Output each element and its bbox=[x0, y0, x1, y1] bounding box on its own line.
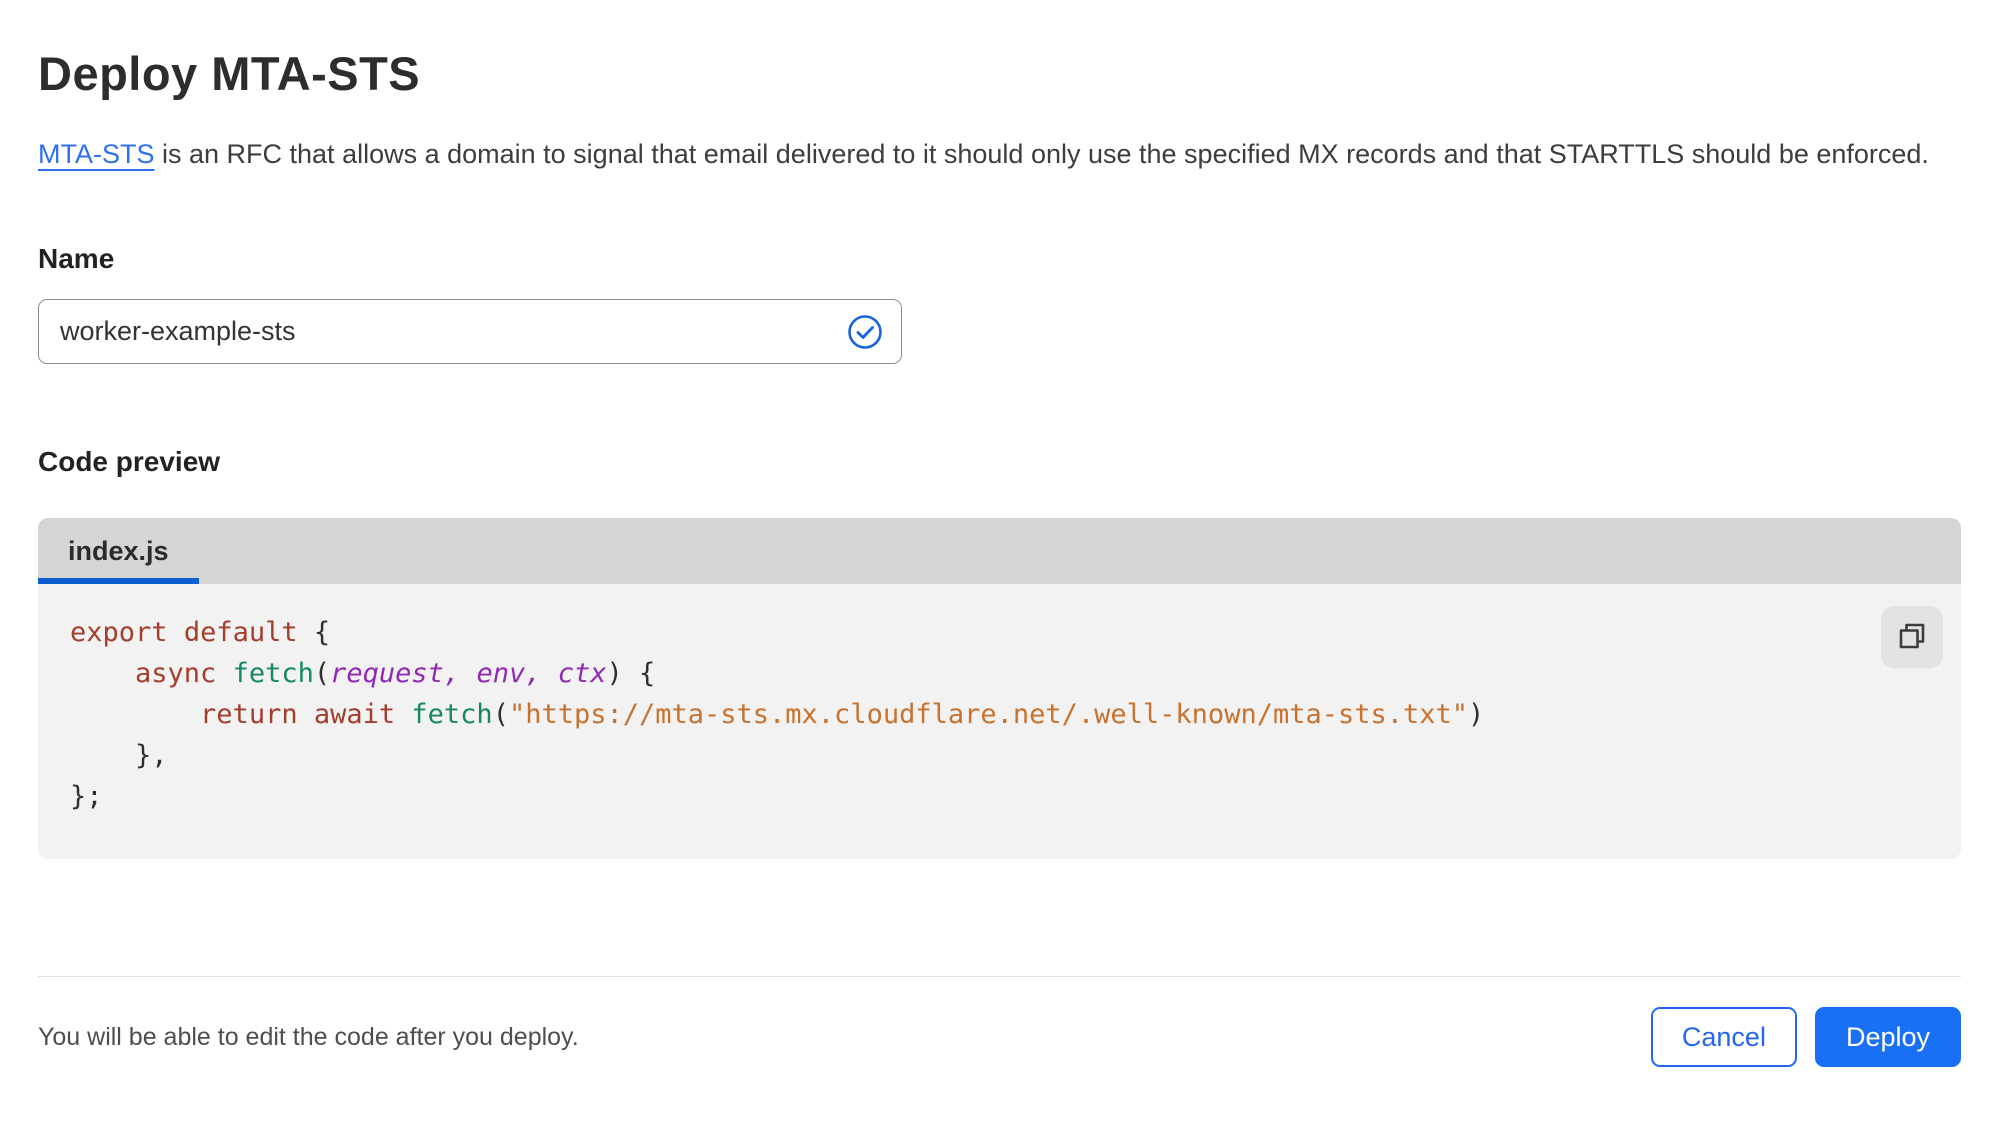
code-line: return await fetch("https://mta-sts.mx.c… bbox=[200, 699, 1485, 730]
page-title: Deploy MTA-STS bbox=[38, 47, 421, 100]
name-label: Name bbox=[38, 243, 115, 274]
check-circle-icon bbox=[846, 313, 884, 351]
footer-note: You will be able to edit the code after … bbox=[38, 1022, 579, 1051]
tab-label: index.js bbox=[68, 535, 169, 566]
code-line: }; bbox=[70, 781, 103, 812]
footer-divider bbox=[38, 976, 1961, 977]
name-input-wrap bbox=[38, 299, 902, 364]
code-line: }, bbox=[70, 740, 168, 771]
code-block: export default { async fetch(request, en… bbox=[70, 612, 1861, 817]
name-input[interactable] bbox=[38, 299, 902, 364]
code-preview-panel: index.js export default { async fetch(re… bbox=[38, 518, 1961, 859]
tab-index-js[interactable]: index.js bbox=[38, 518, 199, 584]
code-preview-heading: Code preview bbox=[38, 446, 221, 477]
code-tab-bar: index.js bbox=[38, 518, 1961, 584]
code-area: export default { async fetch(request, en… bbox=[38, 584, 1961, 859]
page-description-text: is an RFC that allows a domain to signal… bbox=[154, 139, 1929, 169]
footer-buttons: Cancel Deploy bbox=[1650, 1007, 1961, 1067]
copy-code-button[interactable] bbox=[1881, 606, 1943, 668]
mta-sts-link[interactable]: MTA-STS bbox=[38, 139, 155, 169]
code-line: async fetch(request, env, ctx) { bbox=[135, 658, 656, 689]
footer: You will be able to edit the code after … bbox=[38, 1007, 1961, 1067]
code-line: export default { bbox=[70, 617, 331, 648]
deploy-mta-sts-page: Deploy MTA-STS MTA-STS is an RFC that al… bbox=[0, 0, 1999, 1067]
copy-icon bbox=[1896, 620, 1928, 655]
cancel-button[interactable]: Cancel bbox=[1650, 1007, 1797, 1067]
page-description: MTA-STS is an RFC that allows a domain t… bbox=[38, 131, 1948, 177]
deploy-button[interactable]: Deploy bbox=[1814, 1007, 1961, 1067]
